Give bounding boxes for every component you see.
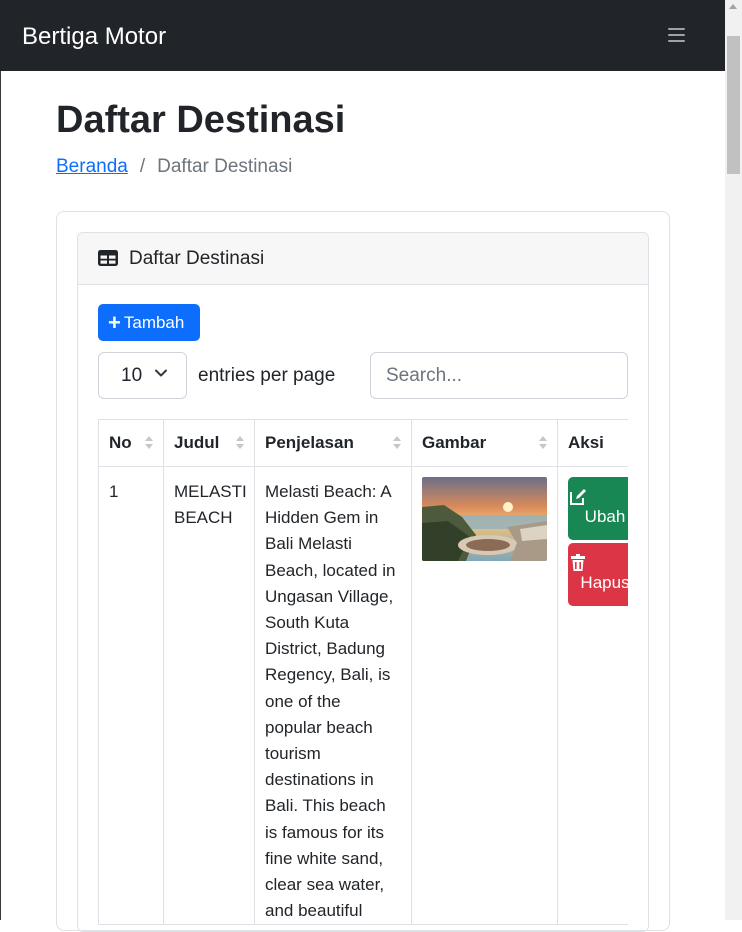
column-header-gambar[interactable]: Gambar: [411, 419, 558, 467]
brand-link[interactable]: Bertiga Motor: [22, 22, 166, 52]
search-input[interactable]: [370, 352, 628, 399]
window-edge: [0, 0, 1, 920]
sort-icon: [393, 436, 401, 450]
vertical-scrollbar[interactable]: [725, 0, 742, 920]
card-title: Daftar Destinasi: [129, 248, 265, 269]
breadcrumb-separator: /: [139, 156, 146, 177]
entries-per-page-select[interactable]: 10: [98, 352, 187, 399]
destination-image: [422, 477, 547, 561]
cell-penjelasan: Melasti Beach: A Hidden Gem in Bali Mela…: [254, 465, 412, 926]
cell-judul: MELASTI BEACH: [163, 465, 255, 926]
table-row: 1 MELASTI BEACH Melasti Beach: A Hidden …: [98, 465, 628, 926]
chevron-down-icon: [155, 369, 167, 377]
add-button[interactable]: + Tambah: [98, 304, 200, 341]
entries-per-page-value: 10: [121, 365, 143, 386]
card-header: Daftar Destinasi: [78, 233, 648, 285]
sort-icon: [145, 436, 153, 450]
table-header-row: No Judul Penjelasan Gambar Aksi: [98, 419, 628, 467]
destinations-table: No Judul Penjelasan Gambar Aksi 1 MELAST…: [98, 419, 628, 926]
delete-button-label: Hapus: [580, 573, 628, 592]
column-header-penjelasan[interactable]: Penjelasan: [254, 419, 412, 467]
entries-per-page-label: entries per page: [198, 365, 336, 386]
add-button-label: Tambah: [123, 313, 185, 332]
sort-icon: [236, 436, 244, 450]
hamburger-icon[interactable]: [668, 28, 685, 42]
edit-button[interactable]: Ubah: [568, 477, 628, 540]
pencil-square-icon: [570, 489, 586, 505]
cell-gambar: [411, 465, 558, 926]
page-title: Daftar Destinasi: [56, 99, 346, 141]
scrollbar-thumb[interactable]: [727, 36, 740, 174]
trash-icon: [571, 554, 585, 571]
column-header-no[interactable]: No: [98, 419, 164, 467]
sort-icon: [539, 436, 547, 450]
top-navbar: Bertiga Motor: [0, 0, 725, 71]
column-header-aksi[interactable]: Aksi: [557, 419, 628, 467]
edit-button-label: Ubah: [584, 507, 626, 526]
breadcrumb-home-link[interactable]: Beranda: [56, 156, 128, 177]
data-table-container: No Judul Penjelasan Gambar Aksi 1 MELAST…: [98, 419, 628, 929]
cell-no: 1: [98, 465, 164, 926]
breadcrumb: Beranda / Daftar Destinasi: [56, 155, 292, 179]
plus-icon: +: [108, 310, 121, 335]
delete-button[interactable]: Hapus: [568, 543, 628, 606]
scroll-up-arrow-icon[interactable]: [729, 4, 737, 9]
breadcrumb-current: Daftar Destinasi: [157, 156, 293, 177]
column-header-judul[interactable]: Judul: [163, 419, 255, 467]
cell-aksi: Ubah Hapus: [557, 465, 628, 926]
table-icon: [98, 250, 118, 266]
